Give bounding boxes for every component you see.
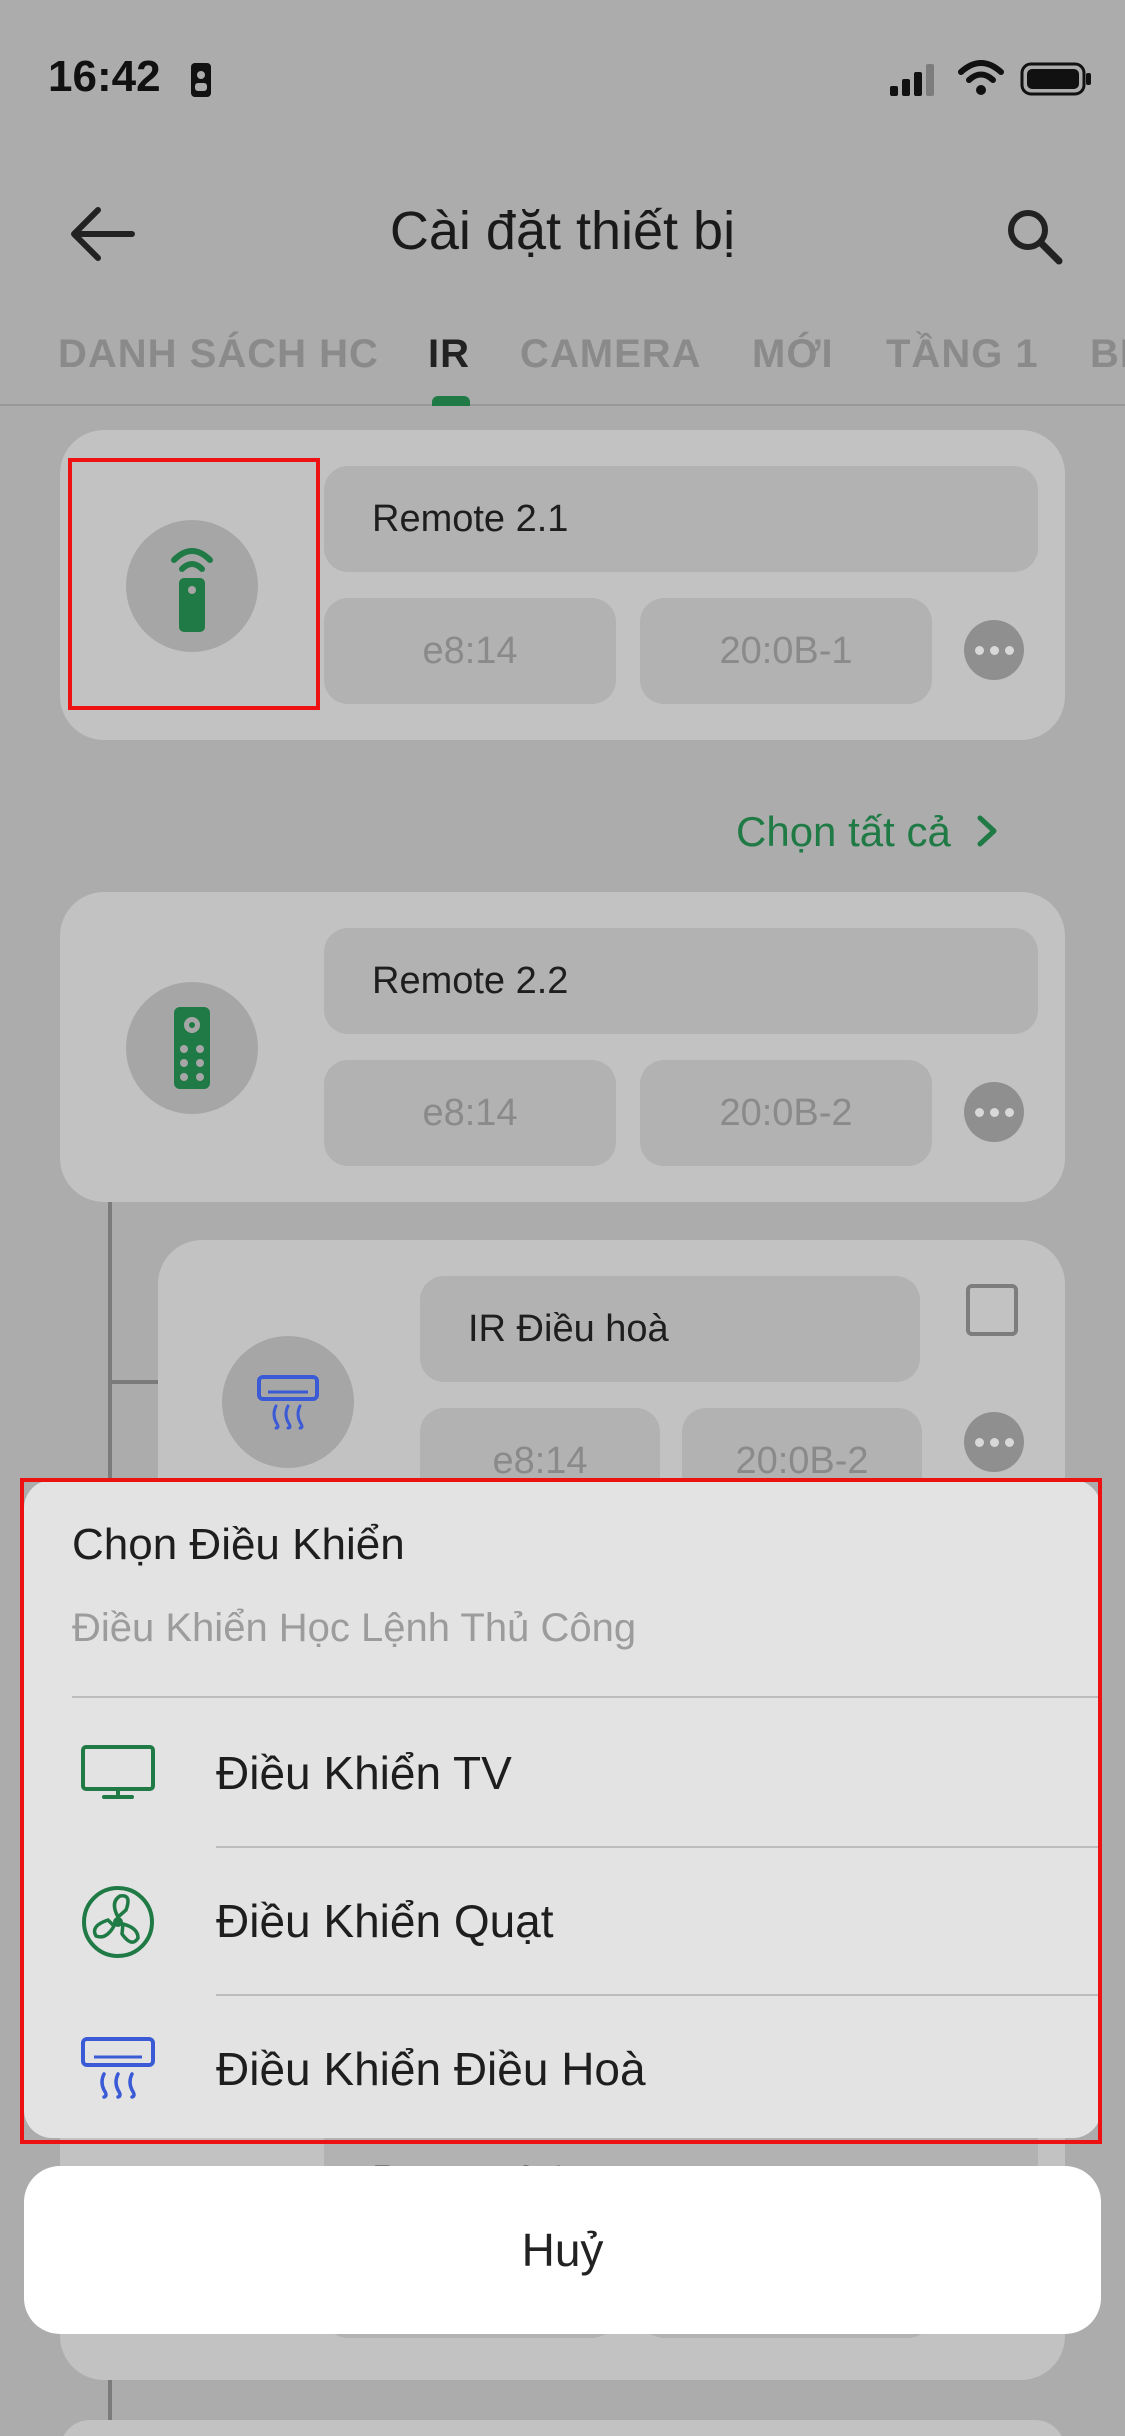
chevron-right-icon — [977, 815, 997, 847]
device-card-remote-2-1[interactable]: Remote 2.1 e8:14 20:0B-1 — [60, 430, 1065, 740]
device-mac-field: e8:14 — [324, 1060, 616, 1166]
device-card-remote-2-2[interactable]: Remote 2.2 e8:14 20:0B-2 — [60, 892, 1065, 1202]
device-id-field: 20:0B-1 — [640, 598, 932, 704]
tab-bar: DANH SÁCH HC IR CAMERA MỚI TẦNG 1 BẾ — [0, 320, 1125, 406]
select-all-label: Chọn tất cả — [736, 808, 951, 855]
device-id-field: 20:0B-2 — [640, 1060, 932, 1166]
air-conditioner-icon — [257, 1375, 319, 1430]
cancel-button[interactable]: Huỷ — [24, 2166, 1101, 2334]
status-time: 16:42 — [48, 52, 161, 101]
device-name-field[interactable]: Remote 2.2 — [324, 928, 1038, 1034]
device-icon-circle — [126, 520, 258, 652]
tab-moi[interactable]: MỚI — [752, 332, 834, 377]
option-label: Điều Khiển Quạt — [216, 1895, 554, 1947]
sheet-title: Chọn Điều Khiển — [72, 1520, 405, 1569]
page-title: Cài đặt thiết bị — [389, 201, 736, 261]
device-checkbox[interactable] — [966, 1284, 1018, 1336]
more-options-icon[interactable] — [964, 1412, 1024, 1472]
device-mac-field: e8:14 — [324, 598, 616, 704]
tab-tang-1[interactable]: TẦNG 1 — [886, 332, 1039, 377]
option-label: Điều Khiển Điều Hoà — [216, 2043, 646, 2095]
signal-icon — [890, 64, 934, 96]
tab-be[interactable]: BẾ — [1090, 332, 1125, 377]
tab-ir[interactable]: IR — [428, 332, 470, 377]
sheet-divider — [72, 1696, 1101, 1698]
status-bar: 16:42 — [0, 0, 1125, 140]
id-card-icon — [191, 63, 211, 97]
more-options-icon[interactable] — [964, 1082, 1024, 1142]
fan-icon — [82, 1886, 154, 1958]
device-name-field[interactable]: Remote 2.1 — [324, 466, 1038, 572]
option-fan-controller[interactable]: Điều Khiển Quạt — [24, 1848, 1101, 1994]
wifi-icon — [958, 60, 1004, 95]
device-name-field[interactable]: IR Điều hoà — [420, 1276, 920, 1382]
sheet-subtitle[interactable]: Điều Khiển Học Lệnh Thủ Công — [72, 1606, 636, 1651]
search-icon[interactable] — [1004, 206, 1064, 266]
air-conditioner-icon — [81, 2037, 155, 2099]
select-all-link[interactable]: Chọn tất cả — [736, 808, 1000, 856]
tv-icon — [81, 1745, 155, 1799]
option-ac-controller[interactable]: Điều Khiển Điều Hoà — [24, 1996, 1101, 2138]
option-label: Điều Khiển TV — [216, 1747, 512, 1799]
device-card-next[interactable] — [60, 2420, 1065, 2436]
device-icon-circle — [126, 982, 258, 1114]
more-options-icon[interactable] — [964, 620, 1024, 680]
remote-control-icon — [174, 1007, 210, 1089]
active-tab-indicator — [432, 396, 470, 406]
tab-camera[interactable]: CAMERA — [520, 332, 702, 377]
battery-icon — [1020, 62, 1091, 96]
tree-branch — [108, 1380, 158, 1384]
choose-controller-sheet: Chọn Điều Khiển Điều Khiển Học Lệnh Thủ … — [24, 1480, 1101, 2138]
tab-danh-sach-hc[interactable]: DANH SÁCH HC — [58, 332, 379, 377]
option-tv-controller[interactable]: Điều Khiển TV — [24, 1700, 1101, 1846]
ir-remote-icon — [171, 548, 213, 632]
device-icon-circle — [222, 1336, 354, 1468]
